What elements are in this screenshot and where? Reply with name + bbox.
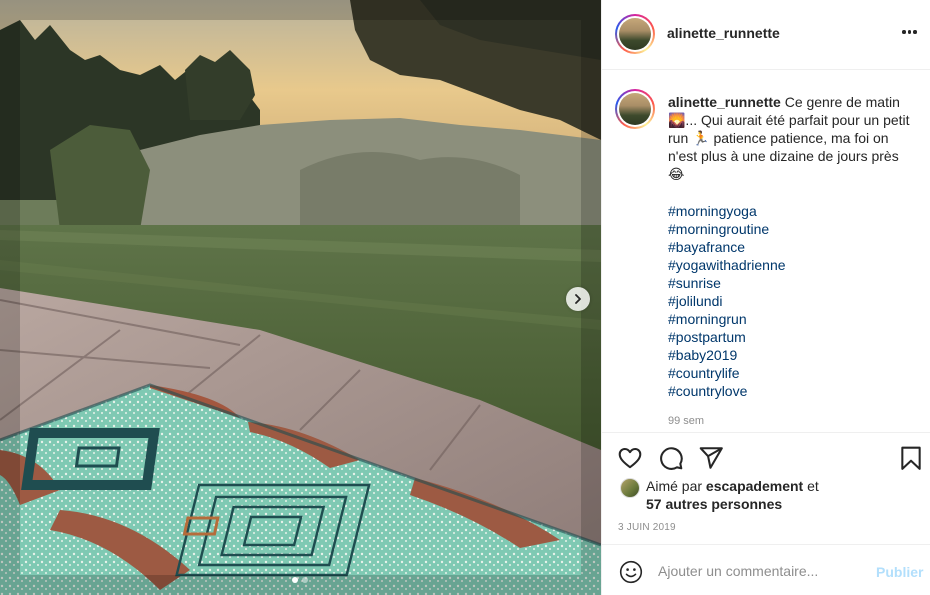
carousel-dot xyxy=(302,577,308,583)
caption-username[interactable]: alinette_runnette xyxy=(668,94,781,110)
hashtag-link[interactable]: #baby2019 xyxy=(668,346,786,364)
hashtag-link[interactable]: #morningroutine xyxy=(668,220,786,238)
post-date[interactable]: 3 JUIN 2019 xyxy=(618,522,676,533)
hashtag-list: #morningyoga #morningroutine #bayafrance… xyxy=(668,202,786,400)
hashtag-link[interactable]: #countrylove xyxy=(668,382,786,400)
post-caption: alinette_runnette Ce genre de matin 🌄...… xyxy=(668,93,918,183)
likes-summary: Aimé par escapadement et 57 autres perso… xyxy=(602,474,930,518)
avatar[interactable] xyxy=(615,14,655,54)
hashtag-link[interactable]: #morningrun xyxy=(668,310,786,328)
publish-button[interactable]: Publier xyxy=(876,564,923,580)
action-bar xyxy=(602,432,930,474)
heart-icon[interactable] xyxy=(617,445,643,471)
post-header: alinette_runnette xyxy=(602,0,930,70)
carousel-indicator xyxy=(292,577,308,583)
comment-input[interactable] xyxy=(658,560,863,582)
comments-section: alinette_runnette Ce genre de matin 🌄...… xyxy=(602,71,930,432)
hashtag-link[interactable]: #yogawithadrienne xyxy=(668,256,786,274)
hashtag-link[interactable]: #bayafrance xyxy=(668,238,786,256)
liker-avatar[interactable] xyxy=(620,478,640,498)
paper-plane-icon[interactable] xyxy=(698,445,724,471)
post-author-username[interactable]: alinette_runnette xyxy=(667,25,780,41)
post-photo[interactable] xyxy=(0,0,601,595)
likes-line: Aimé par escapadement et xyxy=(646,478,819,494)
caption-avatar[interactable] xyxy=(615,89,655,129)
hashtag-link[interactable]: #morningyoga xyxy=(668,202,786,220)
likes-prefix: Aimé par xyxy=(646,478,703,494)
carousel-dot xyxy=(292,577,298,583)
next-photo-button[interactable] xyxy=(566,287,590,311)
post-side-panel: alinette_runnette alinette_runnette Ce g… xyxy=(601,0,930,595)
smiley-icon[interactable] xyxy=(619,560,643,584)
caption-timestamp[interactable]: 99 sem xyxy=(668,415,704,427)
photo-scene xyxy=(0,0,601,595)
more-options-icon[interactable] xyxy=(902,30,917,34)
chevron-right-icon xyxy=(575,294,581,304)
comment-composer: Publier xyxy=(602,544,930,595)
hashtag-link[interactable]: #jolilundi xyxy=(668,292,786,310)
likes-conjunction: et xyxy=(807,478,819,494)
hashtag-link[interactable]: #countrylife xyxy=(668,364,786,382)
hashtag-link[interactable]: #postpartum xyxy=(668,328,786,346)
hashtag-link[interactable]: #sunrise xyxy=(668,274,786,292)
comment-icon[interactable] xyxy=(658,445,684,471)
others-likes-link[interactable]: 57 autres personnes xyxy=(646,496,782,512)
bookmark-icon[interactable] xyxy=(898,445,924,471)
liker-username[interactable]: escapadement xyxy=(706,478,803,494)
